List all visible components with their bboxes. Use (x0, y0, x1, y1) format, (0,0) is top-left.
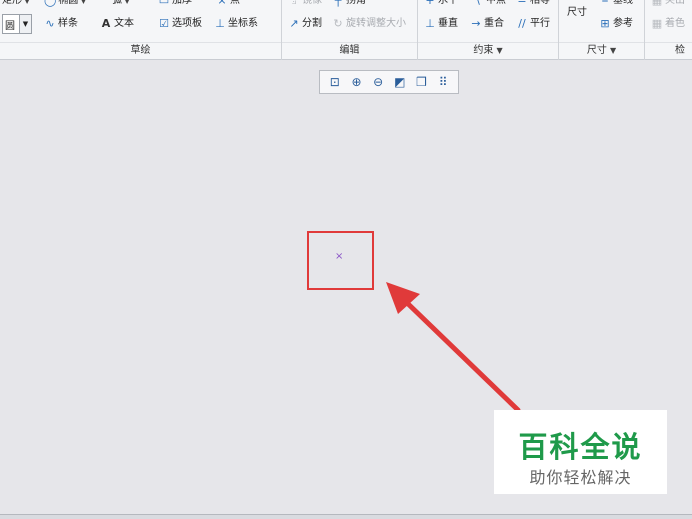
watermark-subtitle: 助你轻松解决 (529, 468, 632, 487)
status-bar (0, 514, 692, 519)
watermark-title: 百科全说 (518, 430, 643, 464)
watermark-logo: 百科全说 助你轻松解决 (494, 410, 667, 494)
